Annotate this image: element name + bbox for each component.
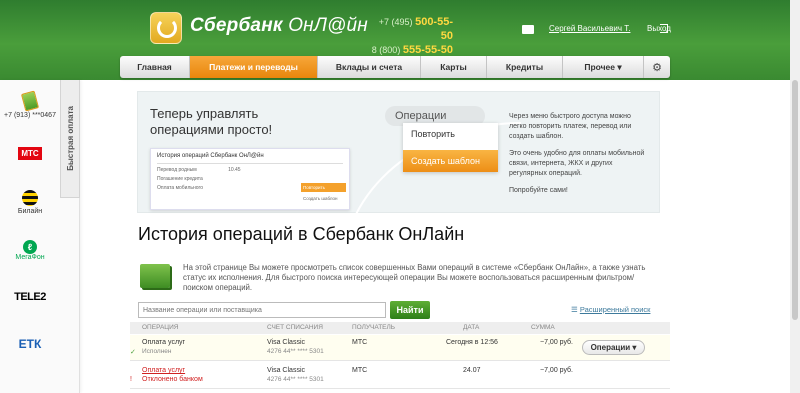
table-header: ОПЕРАЦИЯ СЧЕТ СПИСАНИЯ ПОЛУЧАТЕЛЬ ДАТА С…: [130, 322, 670, 334]
row-amount: −7,00 руб.: [540, 367, 574, 374]
mts-logo: МТС: [18, 147, 42, 160]
nav-cards[interactable]: Карты: [421, 56, 487, 78]
gear-icon[interactable]: ⚙: [644, 56, 670, 78]
etk-logo: ЕТК: [18, 337, 42, 351]
filter-icon: ☰: [571, 305, 580, 314]
brand-suffix: ОнЛ@йн: [288, 15, 368, 36]
find-button[interactable]: Найти: [390, 301, 430, 319]
beeline-label: Билайн: [17, 208, 43, 215]
table-row[interactable]: Оплата услуг ! Отклонено банком Visa Cla…: [130, 363, 670, 389]
advanced-search-label: Расширенный поиск: [579, 305, 651, 314]
quick-pay-tab[interactable]: Быстрая оплата: [60, 80, 80, 198]
row-account-number: 4276 44** **** 5301: [267, 376, 324, 383]
provider-beeline[interactable]: Билайн: [0, 190, 60, 215]
banner-text-1: Через меню быстрого доступа можно легко …: [509, 113, 632, 140]
nav-other[interactable]: Прочее ▾: [563, 56, 644, 78]
phone-icon: [20, 90, 40, 112]
provider-tele2[interactable]: TELE2: [0, 291, 60, 303]
col-date: ДАТА: [463, 324, 480, 331]
mini-title: История операций Сбербанк ОнЛ@йн: [157, 153, 264, 159]
row-operation[interactable]: Оплата услуг: [142, 339, 185, 346]
phone2-prefix: 8 (800): [371, 45, 401, 55]
scrollbar-thumb[interactable]: [792, 80, 798, 320]
row-status: Исполнен: [142, 348, 172, 355]
mini-row1: Перевод родным: [157, 167, 197, 173]
row-date: Сегодня в 12:56: [446, 339, 498, 346]
row-date: 24.07: [463, 367, 481, 374]
phone2-number: 555-55-50: [402, 44, 453, 56]
user-name-link[interactable]: Сергей Васильевич Т.: [549, 24, 630, 33]
megafon-label: МегаФон: [15, 254, 45, 261]
mini-row2: Погашение кредита: [157, 176, 203, 182]
search-input[interactable]: [138, 302, 386, 318]
provider-etk[interactable]: ЕТК: [0, 337, 60, 351]
beeline-logo-icon: [22, 190, 38, 206]
banner-ops-menu: Повторить Создать шаблон: [403, 123, 498, 172]
mini-template: Создать шаблон: [301, 194, 346, 203]
nav-credits[interactable]: Кредиты: [487, 56, 563, 78]
brand-name: Сбербанк: [190, 15, 283, 36]
mini-row1-val: 10.45: [228, 167, 241, 173]
mail-icon[interactable]: [522, 25, 534, 34]
page-scrollbar[interactable]: [790, 0, 800, 393]
provider-mts[interactable]: МТС: [0, 147, 60, 160]
tele2-logo: TELE2: [14, 291, 46, 303]
quick-pay-tab-label: Быстрая оплата: [65, 106, 75, 171]
check-icon: ✓: [130, 349, 136, 356]
quick-pay-phone[interactable]: +7 (913) ***0467: [0, 90, 60, 119]
history-folder-icon: [140, 264, 170, 288]
row-account: Visa Classic: [267, 339, 305, 346]
row-amount: −7,00 руб.: [540, 339, 574, 346]
row-recipient: МТС: [352, 367, 368, 374]
table-row[interactable]: Оплата услуг ✓ Исполнен Visa Classic 427…: [130, 335, 670, 361]
phone1-number: 500-55-50: [415, 16, 453, 42]
row-operation[interactable]: Оплата услуг: [142, 367, 185, 374]
banner-text-3: Попробуйте сами!: [509, 187, 568, 194]
page-title: История операций в Сбербанк ОнЛайн: [138, 224, 465, 244]
banner-mini-screenshot: История операций Сбербанк ОнЛ@йн Перевод…: [150, 148, 350, 210]
nav-main[interactable]: Главная: [120, 56, 190, 78]
banner-text: Через меню быстрого доступа можно легко …: [509, 112, 649, 203]
logout-icon[interactable]: [660, 24, 668, 33]
row-account-number: 4276 44** **** 5301: [267, 348, 324, 355]
quick-pay-phone-number: +7 (913) ***0467: [4, 112, 56, 119]
row-recipient: МТС: [352, 339, 368, 346]
page-description: На этой странице Вы можете просмотреть с…: [183, 263, 646, 292]
mini-row: Перевод родным 10.45: [157, 163, 343, 173]
banner-menu-template: Создать шаблон: [403, 150, 498, 172]
provider-megafon[interactable]: ℓ МегаФон: [0, 240, 60, 261]
col-account: СЧЕТ СПИСАНИЯ: [267, 324, 323, 331]
megafon-logo-icon: ℓ: [23, 240, 37, 254]
phone1-prefix: +7 (495): [378, 17, 413, 27]
col-operation: ОПЕРАЦИЯ: [142, 324, 179, 331]
nav-payments[interactable]: Платежи и переводы: [190, 56, 318, 78]
main-nav: Главная Платежи и переводы Вклады и счет…: [120, 56, 670, 78]
advanced-search-link[interactable]: ☰ Расширенный поиск: [571, 305, 650, 314]
row-account: Visa Classic: [267, 367, 305, 374]
banner-text-2: Это очень удобно для оплаты мобильной св…: [509, 150, 645, 177]
promo-banner[interactable]: Теперь управлять операциями просто! Исто…: [137, 91, 660, 272]
sberbank-logo-icon[interactable]: [150, 12, 182, 44]
banner-title: Теперь управлять операциями просто!: [150, 106, 273, 137]
mini-repeat: Повторить: [301, 183, 346, 192]
error-icon: !: [130, 376, 132, 383]
nav-deposits[interactable]: Вклады и счета: [318, 56, 421, 78]
banner-menu-repeat: Повторить: [411, 129, 455, 139]
col-recipient: ПОЛУЧАТЕЛЬ: [352, 324, 396, 331]
col-amount: СУММА: [531, 324, 555, 331]
operations-dropdown-button[interactable]: Операции ▾: [582, 340, 645, 355]
support-phones: +7 (495) 500-55-50 8 (800) 555-55-50: [368, 15, 453, 57]
brand-logo[interactable]: Сбербанк ОнЛ@йн: [190, 15, 368, 37]
row-status: Отклонено банком: [142, 376, 203, 383]
